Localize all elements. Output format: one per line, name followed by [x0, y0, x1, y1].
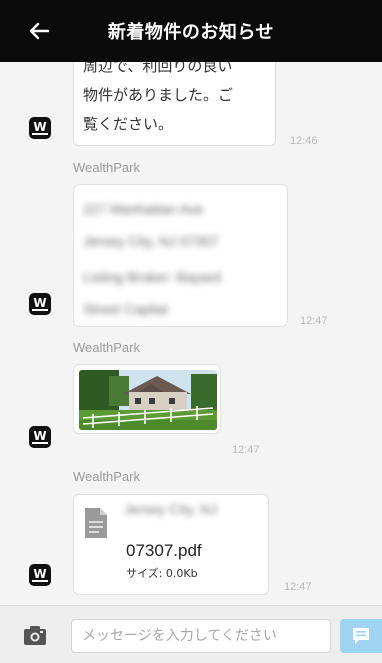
message-time: 12:47: [232, 444, 260, 456]
message-input-bar: [0, 605, 382, 663]
sender-name: WealthPark: [73, 160, 140, 175]
message-input[interactable]: [71, 619, 331, 653]
broker-line: Street Capital: [83, 301, 168, 317]
broker-text: Listing Broker: Bayard Street Capital: [83, 261, 283, 325]
message-text: 周辺で、利回りの良い 物件がありました。ご 覧ください。: [83, 62, 273, 139]
file-message-bubble[interactable]: Jersey City, NJ 07307.pdf サイズ: 0.0Kb: [73, 494, 269, 595]
sender-avatar[interactable]: W: [29, 564, 51, 586]
message-time: 12:47: [284, 581, 312, 593]
app-header: 新着物件のお知らせ: [0, 0, 382, 62]
message-bubble[interactable]: 227 Manhattan Ave Jersey City, NJ 07307 …: [73, 184, 288, 327]
send-button[interactable]: [340, 619, 382, 653]
camera-button[interactable]: [24, 625, 46, 645]
page-title: 新着物件のお知らせ: [107, 22, 275, 43]
message-line: 周辺で、利回りの良い: [83, 62, 233, 75]
chat-thread[interactable]: 周辺で、利回りの良い 物件がありました。ご 覧ください。 W 12:46 Wea…: [0, 62, 382, 605]
message-time: 12:46: [290, 135, 318, 147]
address-text: 227 Manhattan Ave Jersey City, NJ 07307: [83, 193, 283, 257]
message-bubble: 周辺で、利回りの良い 物件がありました。ご 覧ください。: [73, 62, 276, 146]
address-line: Jersey City, NJ 07307: [83, 233, 219, 249]
message-line: 覧ください。: [83, 115, 174, 133]
send-message-icon: [353, 628, 369, 644]
message-line: 物件がありました。ご: [83, 86, 234, 104]
sender-name: WealthPark: [73, 469, 140, 484]
file-caption: Jersey City, NJ: [124, 501, 218, 517]
sender-name: WealthPark: [73, 340, 140, 355]
wealthpark-logo-icon: W: [32, 567, 48, 582]
sender-avatar[interactable]: W: [29, 293, 51, 315]
address-line: 227 Manhattan Ave: [83, 201, 204, 217]
broker-line: Listing Broker: Bayard: [83, 269, 221, 285]
wealthpark-logo-icon: W: [32, 120, 48, 135]
sender-avatar[interactable]: W: [29, 426, 51, 448]
wealthpark-logo-icon: W: [32, 296, 48, 311]
sender-avatar[interactable]: W: [29, 117, 51, 139]
document-icon: [85, 508, 107, 538]
back-button[interactable]: [24, 16, 54, 46]
arrow-left-icon: [29, 22, 49, 40]
file-name[interactable]: 07307.pdf: [126, 541, 202, 561]
file-size: サイズ: 0.0Kb: [126, 567, 198, 580]
house-photo[interactable]: [79, 370, 217, 430]
wealthpark-logo-icon: W: [32, 429, 48, 444]
image-message-bubble[interactable]: [73, 364, 221, 434]
message-time: 12:47: [300, 315, 328, 327]
camera-icon: [24, 626, 46, 645]
